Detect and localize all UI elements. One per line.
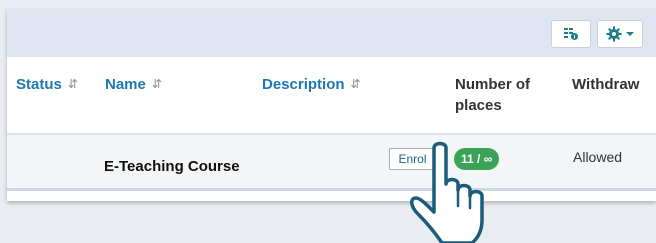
column-header-status-label: Status [16, 76, 62, 93]
gear-icon [606, 26, 622, 42]
sort-icon: ⇵ [67, 77, 78, 91]
columns-button[interactable] [551, 20, 591, 48]
column-header-places: Number of places [455, 76, 530, 114]
settings-dropdown-button[interactable] [597, 20, 643, 48]
sort-icon: ⇵ [151, 77, 162, 91]
column-header-status[interactable]: Status ⇵ [16, 74, 78, 95]
course-table-panel: Status ⇵ Name ⇵ Description ⇵ Number of pla… [7, 9, 656, 201]
table-toolbar [7, 9, 656, 57]
table-row: E-Teaching Course Enrol 11 / ∞ Allowed [7, 135, 656, 188]
table-header-row: Status ⇵ Name ⇵ Description ⇵ Number of pla… [7, 57, 656, 133]
column-header-name[interactable]: Name ⇵ [105, 74, 162, 95]
table-bottom-border [7, 188, 656, 191]
column-header-withdraw: Withdraw [572, 76, 640, 93]
withdraw-value: Allowed [573, 149, 623, 165]
column-header-name-label: Name [105, 76, 146, 93]
sort-icon: ⇵ [350, 77, 361, 91]
course-name[interactable]: E-Teaching Course [104, 158, 240, 175]
columns-info-icon [564, 28, 578, 40]
hand-pointer-icon [410, 141, 484, 243]
caret-down-icon [626, 32, 634, 36]
column-header-description[interactable]: Description ⇵ [262, 74, 361, 95]
column-header-description-label: Description [262, 76, 345, 93]
